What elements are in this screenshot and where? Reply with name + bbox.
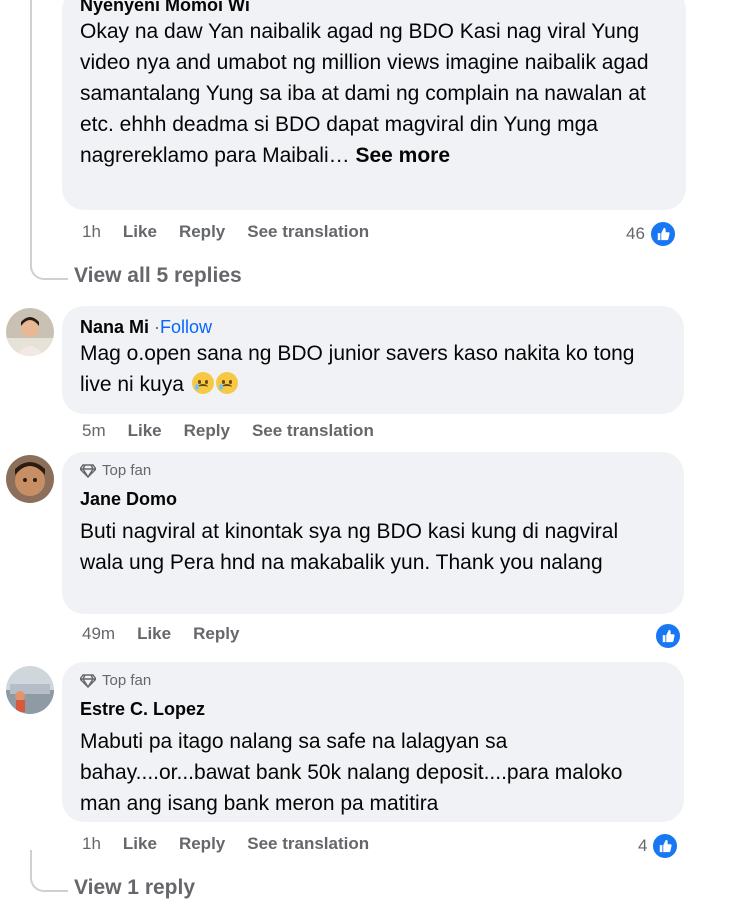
comment-actions: 49m Like Reply [82, 624, 261, 644]
comment-text: Buti nagviral at kinontak sya ng BDO kas… [80, 520, 619, 574]
top-fan-badge: Top fan [80, 462, 666, 480]
like-button[interactable]: Like [137, 624, 171, 644]
diamond-icon [80, 464, 96, 478]
see-more-link[interactable]: See more [355, 144, 450, 167]
comment-bubble: Nana Mi ·Follow Mag o.open sana ng BDO j… [62, 306, 684, 414]
top-fan-badge: Top fan [80, 672, 666, 690]
comment-author[interactable]: Estre C. Lopez [80, 698, 666, 720]
comment-bubble: Top fan Estre C. Lopez Mabuti pa itago n… [62, 662, 684, 822]
view-replies-link[interactable]: View 1 reply [74, 876, 195, 900]
see-translation-link[interactable]: See translation [252, 421, 374, 441]
avatar[interactable] [6, 308, 54, 356]
like-button[interactable]: Like [123, 222, 157, 242]
reaction-count[interactable]: 4 [638, 832, 680, 860]
comment-bubble: Top fan Jane Domo Buti nagviral at kinon… [62, 452, 684, 614]
reaction-count[interactable] [654, 622, 682, 650]
like-icon [654, 622, 682, 650]
see-translation-link[interactable]: See translation [247, 222, 369, 242]
like-button[interactable]: Like [123, 834, 157, 854]
top-fan-label: Top fan [102, 672, 152, 689]
like-icon [651, 832, 680, 860]
comment-body: Mag o.open sana ng BDO junior savers kas… [80, 342, 635, 396]
reply-button[interactable]: Reply [179, 222, 225, 242]
thread-line [30, 0, 32, 270]
comment-text: Okay na daw Yan naibalik agad ng BDO Kas… [80, 16, 668, 171]
avatar[interactable] [6, 455, 54, 503]
top-fan-label: Top fan [102, 462, 152, 479]
comment-author[interactable]: Jane Domo [80, 488, 666, 510]
thread-connector [30, 850, 68, 892]
reaction-count[interactable]: 46 [626, 220, 677, 248]
comment-text: Mag o.open sana ng BDO junior savers kas… [80, 338, 666, 400]
reply-button[interactable]: Reply [179, 834, 225, 854]
comment-text: Mabuti pa itago nalang sa safe na lalagy… [80, 730, 623, 815]
diamond-icon [80, 674, 96, 688]
avatar[interactable] [6, 666, 54, 714]
reaction-number: 46 [626, 224, 645, 243]
comment-bubble: Nyenyeni Momoi Wi Okay na daw Yan naibal… [62, 0, 686, 210]
reply-button[interactable]: Reply [184, 421, 230, 441]
timestamp[interactable]: 5m [82, 421, 106, 441]
thread-connector [30, 248, 68, 280]
comment-author[interactable]: Nana Mi [80, 317, 149, 337]
timestamp[interactable]: 1h [82, 222, 101, 242]
comment-author[interactable]: Nyenyeni Momoi Wi [80, 0, 668, 16]
see-translation-link[interactable]: See translation [247, 834, 369, 854]
reply-button[interactable]: Reply [193, 624, 239, 644]
follow-button[interactable]: Follow [160, 317, 212, 337]
timestamp[interactable]: 49m [82, 624, 115, 644]
like-icon [648, 220, 677, 248]
sad-emoji-icon [191, 372, 214, 394]
like-button[interactable]: Like [128, 421, 162, 441]
comment-actions: 1h Like Reply See translation [82, 834, 391, 854]
view-all-replies-link[interactable]: View all 5 replies [74, 264, 242, 288]
reaction-number: 4 [638, 836, 648, 855]
sad-emoji-icon [215, 372, 238, 394]
comment-actions: 5m Like Reply See translation [82, 421, 396, 441]
comment-actions: 1h Like Reply See translation [82, 222, 391, 242]
comment-author-line: Nana Mi ·Follow [80, 316, 666, 338]
timestamp[interactable]: 1h [82, 834, 101, 854]
